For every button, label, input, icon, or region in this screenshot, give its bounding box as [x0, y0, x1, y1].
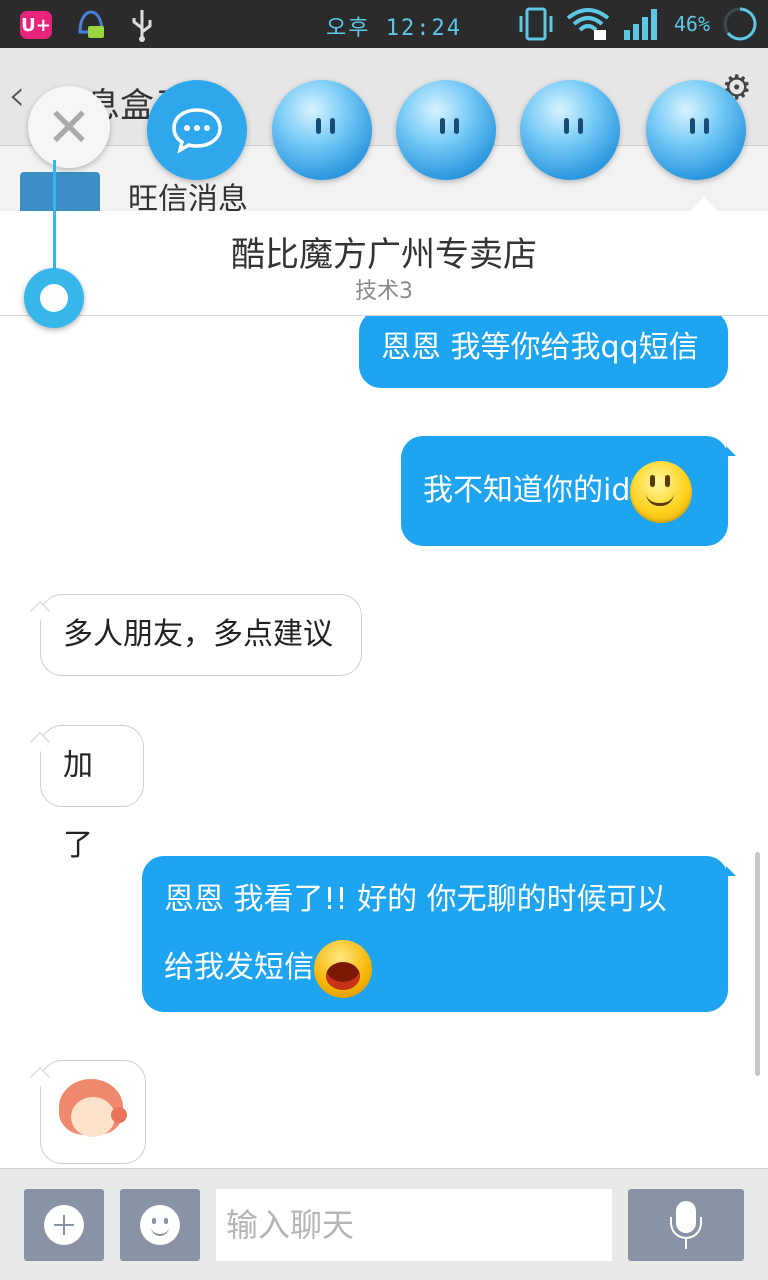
- message-bubble-incoming[interactable]: 加了: [40, 725, 144, 863]
- message-bubble-incoming[interactable]: [40, 1060, 146, 1164]
- message-bubble-outgoing[interactable]: 恩恩 我等你给我qq短信: [359, 316, 728, 388]
- pin-ring-icon[interactable]: [24, 268, 84, 328]
- message-text: 加了: [63, 748, 93, 863]
- usb-icon: [130, 8, 154, 42]
- battery-percent: 46%: [673, 12, 710, 36]
- input-bar: [0, 1168, 768, 1280]
- chat-head-contact-active[interactable]: [646, 80, 746, 180]
- chat-input[interactable]: [216, 1189, 612, 1261]
- message-list[interactable]: 恩恩 我等你给我qq短信 我不知道你的id 多人朋友，多点建议 加了 恩恩 我看…: [0, 316, 768, 1168]
- message-bubble-outgoing[interactable]: 我不知道你的id: [401, 436, 728, 546]
- battery-ring-icon: [722, 6, 758, 42]
- active-chat-pointer: [690, 196, 718, 212]
- message-text: 多人朋友，多点建议: [63, 617, 333, 652]
- uplus-icon: U+: [20, 11, 52, 39]
- wangxin-icon: [20, 172, 100, 212]
- plus-icon: [44, 1205, 84, 1245]
- close-icon[interactable]: ✕: [28, 86, 110, 168]
- scrollbar[interactable]: [755, 852, 760, 1076]
- status-bar: U+ 오후 12:24 46%: [0, 0, 768, 48]
- pin-line: [53, 160, 56, 272]
- back-arrow-icon[interactable]: ‹: [8, 74, 26, 118]
- conversation-subtitle: 技术3: [355, 279, 413, 304]
- chat-head-contact[interactable]: [272, 80, 372, 180]
- signal-icon: [622, 6, 662, 42]
- laughing-emoji-icon: [314, 939, 372, 998]
- message-bubble-incoming[interactable]: 多人朋友，多点建议: [40, 594, 362, 676]
- message-text: 我不知道你的id: [423, 473, 631, 508]
- bubble-tail: [726, 446, 736, 456]
- clock: 오후 12:24: [326, 16, 462, 41]
- smiley-icon: [140, 1205, 180, 1245]
- message-bubble-outgoing[interactable]: 恩恩 我看了!! 好的 你无聊的时候可以 给我发短信: [142, 856, 728, 1012]
- message-text: 恩恩 我看了!! 好的 你无聊的时候可以: [164, 882, 667, 917]
- chat-bell-icon: [74, 8, 108, 42]
- conversation-header: 酷比魔方广州专卖店 技术3: [0, 211, 768, 316]
- chat-head-contact[interactable]: [520, 80, 620, 180]
- add-button[interactable]: [24, 1189, 104, 1261]
- chat-head-contact[interactable]: [396, 80, 496, 180]
- conversation-title: 酷比魔方广州专卖店: [231, 235, 537, 275]
- girl-wink-sticker-icon: [59, 1079, 129, 1143]
- smiley-emoji-icon: [630, 460, 693, 523]
- message-text: 恩恩 我等你给我qq短信: [381, 330, 699, 365]
- bubble-tail: [726, 866, 736, 876]
- wifi-lock-icon: [566, 6, 610, 42]
- emoji-button[interactable]: [120, 1189, 200, 1261]
- chat-head-messages[interactable]: [147, 80, 247, 180]
- vibrate-icon: [518, 6, 554, 42]
- voice-button[interactable]: [628, 1189, 744, 1261]
- speech-bubble-icon: [172, 108, 222, 154]
- message-text: 给我发短信: [164, 950, 314, 985]
